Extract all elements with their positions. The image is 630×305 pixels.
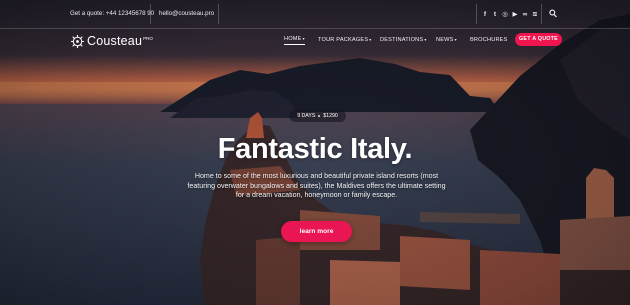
divider [218,4,219,24]
brand-logo[interactable]: Cousteau PRO [71,33,153,49]
brand-badge: PRO [143,35,153,41]
chevron-down-icon: ▾ [454,37,457,42]
flickr-icon[interactable]: ∞ [522,11,528,18]
search-icon[interactable] [549,9,557,18]
get-a-quote-button[interactable]: GET A QUOTE [515,33,562,46]
duration-text: 9 DAYS [297,113,316,119]
nav-item-destinations[interactable]: DESTINATIONS▾ [380,34,427,46]
tour-info-badge: 9 DAYS $1290 [289,110,346,122]
youtube-icon[interactable]: ▶ [512,10,518,18]
rss-icon[interactable]: ≋ [532,10,538,18]
nav-item-tour-packages[interactable]: TOUR PACKAGES▾ [318,34,371,46]
nav-item-brochures[interactable]: BROCHURES [470,34,508,46]
instagram-icon[interactable]: ◎ [502,10,508,18]
divider [150,4,151,24]
price-text: $1290 [323,113,338,119]
nav-item-home[interactable]: HOME▾ [284,34,305,45]
top-bar: Get a quote: +44 12345678 90 hello@coust… [0,0,630,29]
separator-dot [318,114,321,117]
divider [476,4,477,24]
quote-phone-text[interactable]: Get a quote: +44 12345678 90 [70,0,154,28]
email-link[interactable]: hello@cousteau.pro [159,0,214,28]
chevron-down-icon: ▾ [424,37,427,42]
facebook-icon[interactable]: f [482,11,488,18]
chevron-down-icon: ▾ [369,37,372,42]
learn-more-button[interactable]: learn more [281,221,352,242]
divider [541,4,542,24]
nav-item-news[interactable]: NEWS▾ [436,34,457,46]
brand-name: Cousteau [87,34,143,48]
social-links: f t ◎ ▶ ∞ ≋ [482,0,538,28]
chevron-down-icon: ▾ [302,36,305,41]
compass-icon [71,34,84,48]
twitter-icon[interactable]: t [492,11,498,18]
hero-description: Home to some of the most luxurious and b… [187,172,446,199]
hero-title: Fantastic Italy. [217,133,413,165]
